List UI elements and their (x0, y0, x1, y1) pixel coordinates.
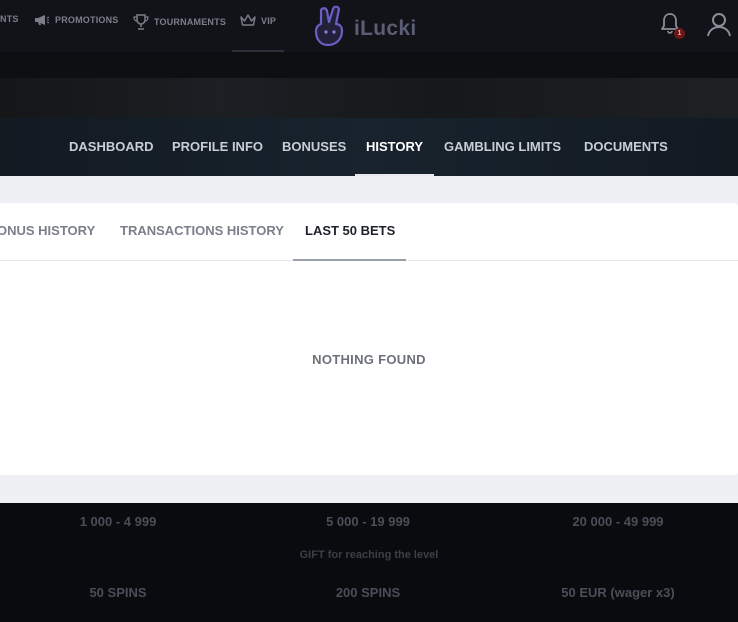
vip-level-range: 1 000 - 4 999 (79, 514, 157, 529)
rock-hand-icon (312, 4, 352, 53)
tab-history[interactable]: HISTORY (366, 139, 423, 154)
tab-profile-info[interactable]: PROFILE INFO (172, 139, 263, 154)
nav-item-vip[interactable]: VIP (240, 14, 276, 27)
nav-item-label: VIP (261, 15, 277, 26)
history-subtabs: ONUS HISTORY TRANSACTIONS HISTORY LAST 5… (0, 203, 738, 261)
vip-level-range: 20 000 - 49 999 (572, 514, 664, 529)
history-card: ONUS HISTORY TRANSACTIONS HISTORY LAST 5… (0, 203, 738, 475)
empty-state-message: NOTHING FOUND (312, 352, 426, 367)
header-spacer (0, 52, 738, 78)
nav-item-label: PROMOTIONS (55, 15, 119, 25)
nav-item-label: TOURNAMENTS (154, 17, 227, 27)
top-navigation: NTS PROMOTIONS TOURNAMENTS VIP iLucki 1 (0, 0, 738, 52)
logo-text: iLucki (354, 16, 417, 40)
user-profile-icon[interactable] (706, 11, 732, 42)
gift-caption: GIFT for reaching the level (299, 549, 439, 561)
subtab-transactions-history[interactable]: TRANSACTIONS HISTORY (120, 223, 284, 238)
trophy-icon (133, 14, 149, 30)
subtab-active-indicator (293, 259, 406, 261)
subtab-bonus-history[interactable]: ONUS HISTORY (0, 223, 95, 238)
megaphone-icon (34, 14, 50, 26)
vip-level-reward: 50 SPINS (89, 585, 147, 600)
profile-banner (0, 78, 738, 118)
profile-tabs-bar: DASHBOARD PROFILE INFO BONUSES HISTORY G… (0, 118, 738, 176)
crown-icon (240, 14, 256, 27)
vip-level-reward: 200 SPINS (335, 585, 401, 600)
subtab-last-50-bets[interactable]: LAST 50 BETS (305, 223, 395, 238)
vip-levels-section: 1 000 - 4 999 5 000 - 19 999 20 000 - 49… (0, 503, 738, 622)
nav-item-promotions[interactable]: PROMOTIONS (34, 14, 119, 26)
tab-bonuses[interactable]: BONUSES (282, 139, 346, 154)
tab-gambling-limits[interactable]: GAMBLING LIMITS (444, 139, 561, 154)
nav-item-tournaments[interactable]: TOURNAMENTS (133, 14, 226, 30)
site-logo[interactable]: iLucki (312, 4, 416, 53)
vip-level-reward: 50 EUR (wager x3) (561, 585, 675, 600)
tab-documents[interactable]: DOCUMENTS (584, 139, 668, 154)
nav-item-label: NTS (0, 14, 19, 24)
nav-item-events[interactable]: NTS (0, 14, 19, 24)
vip-level-range: 5 000 - 19 999 (326, 514, 410, 529)
notification-badge: 1 (674, 28, 685, 39)
tab-dashboard[interactable]: DASHBOARD (69, 139, 154, 154)
